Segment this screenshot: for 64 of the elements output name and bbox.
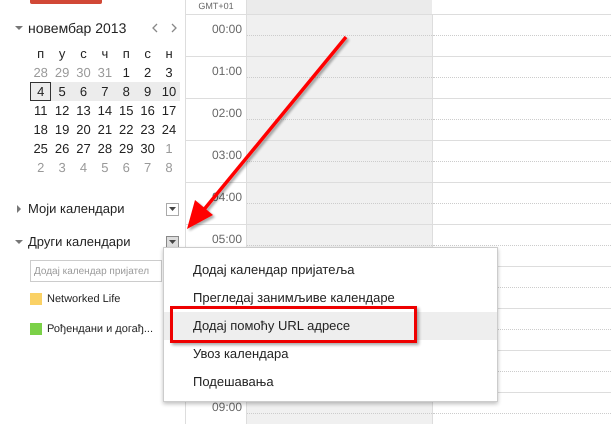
hour-label: 00:00: [210, 21, 243, 38]
calendar-day[interactable]: 23: [136, 120, 158, 139]
weekday-label: с: [79, 45, 88, 63]
calendar-day[interactable]: 16: [136, 101, 158, 120]
weekday-label: у: [58, 45, 66, 63]
calendar-day[interactable]: 29: [116, 139, 137, 158]
expand-triangle-icon[interactable]: [14, 204, 24, 214]
hour-label: 09:00: [210, 399, 243, 416]
hour-label: 05:00: [210, 231, 243, 248]
calendar-day[interactable]: 1: [116, 63, 137, 82]
calendar-day[interactable]: 17: [158, 101, 180, 120]
calendar-name[interactable]: Рођендани и догађ...: [47, 320, 154, 338]
next-month-icon[interactable]: [169, 22, 179, 34]
menu-item[interactable]: Увоз календара: [164, 340, 497, 368]
calendar-day[interactable]: 26: [51, 139, 73, 158]
add-calendar-field[interactable]: Додај календар пријател: [30, 260, 162, 282]
calendar-day[interactable]: 19: [51, 120, 73, 139]
calendar-day[interactable]: 20: [72, 120, 94, 139]
weekday-label: н: [164, 45, 174, 63]
dropdown-button[interactable]: [166, 236, 179, 248]
collapse-triangle-icon[interactable]: [14, 237, 24, 247]
calendar-name[interactable]: Networked Life: [47, 290, 120, 308]
menu-item[interactable]: Подешавања: [164, 368, 497, 396]
month-title: новембар 2013: [28, 18, 126, 38]
menu-item[interactable]: Додај помоћу URL адресе: [164, 312, 497, 340]
menu-item[interactable]: Додај календар пријатеља: [164, 256, 497, 284]
section-title[interactable]: Други календари: [28, 232, 131, 252]
hour-label: 03:00: [210, 147, 243, 164]
calendar-day[interactable]: 9: [136, 82, 158, 101]
calendar-day[interactable]: 10: [158, 82, 180, 101]
calendar-day[interactable]: 4: [30, 82, 52, 101]
dropdown-button[interactable]: [166, 202, 179, 216]
hour-label: 01:00: [210, 63, 243, 80]
hour-label: 02:00: [210, 105, 243, 122]
weekday-label: п: [122, 45, 131, 63]
menu-item[interactable]: Прегледај занимљиве календаре: [164, 284, 497, 312]
weekday-label: п: [36, 45, 46, 63]
caret-icon: [169, 240, 176, 244]
section-title[interactable]: Моји календари: [28, 199, 124, 219]
calendar-day[interactable]: 24: [158, 120, 180, 139]
weekday-label: ч: [100, 45, 110, 63]
calendar-day[interactable]: 25: [30, 139, 52, 158]
timezone-label: GMT+01: [197, 0, 235, 13]
calendar-day[interactable]: 6: [72, 82, 94, 101]
calendar-day[interactable]: 21: [94, 120, 116, 139]
calendar-day[interactable]: 13: [72, 101, 94, 120]
calendar-day[interactable]: 12: [51, 101, 73, 120]
calendar-day[interactable]: 28: [94, 139, 116, 158]
calendar-day[interactable]: 22: [116, 120, 137, 139]
calendar-day[interactable]: 5: [51, 82, 73, 101]
weekday-label: с: [143, 45, 152, 63]
calendar-day[interactable]: 8: [116, 82, 137, 101]
collapse-triangle-icon[interactable]: [14, 23, 24, 33]
calendar-day[interactable]: 30: [136, 139, 158, 158]
calendar-day[interactable]: 15: [116, 101, 137, 120]
calendar-day[interactable]: 27: [72, 139, 94, 158]
calendar-day[interactable]: 7: [94, 82, 116, 101]
calendar-day[interactable]: 3: [158, 63, 180, 82]
previous-month-icon[interactable]: [150, 22, 160, 34]
calendar-day[interactable]: 18: [30, 120, 52, 139]
calendar-day[interactable]: 2: [136, 63, 158, 82]
calendar-day[interactable]: 14: [94, 101, 116, 120]
calendar-day[interactable]: 11: [30, 101, 52, 120]
caret-icon: [169, 207, 176, 211]
